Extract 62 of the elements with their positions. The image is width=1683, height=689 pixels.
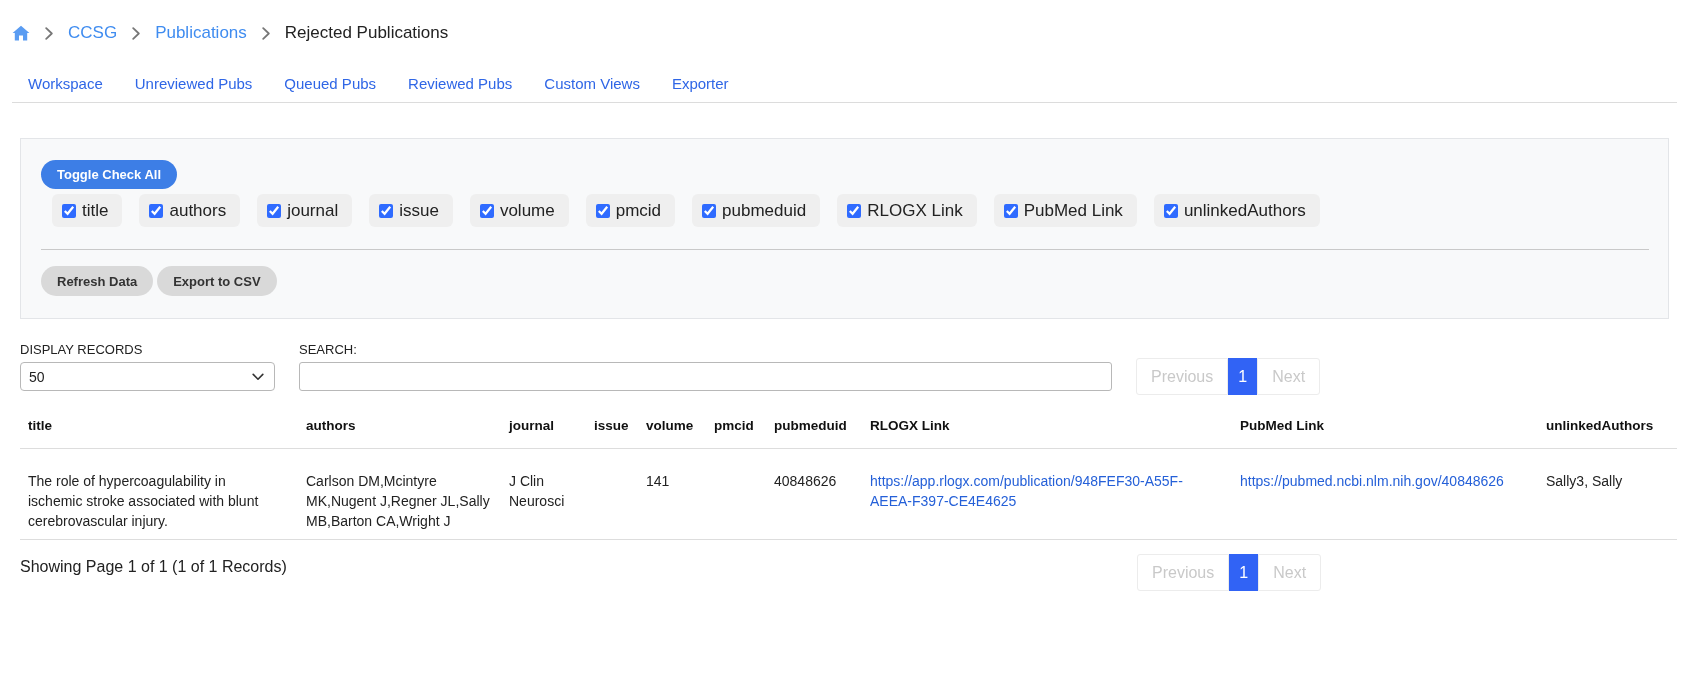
table-cell: Carlson DM,Mcintyre MK,Nugent J,Regner JL,Sally MB,Barton CA,Wright J	[298, 448, 501, 540]
table-link[interactable]: https://pubmed.ncbi.nlm.nih.gov/40848626	[1240, 471, 1530, 491]
table-cell: Sally3, Sally	[1538, 448, 1677, 540]
chevron-icon	[132, 26, 141, 40]
toggle-all-button[interactable]: Toggle Check All	[41, 160, 177, 189]
field-label: DISPLAY RECORDS	[20, 342, 143, 358]
refresh-button[interactable]: Refresh Data	[41, 266, 154, 296]
breadcrumb-link[interactable]: CCSG	[68, 23, 118, 43]
caret-icon	[252, 372, 264, 381]
chevron-icon	[261, 26, 270, 40]
checkbox[interactable]	[702, 203, 717, 218]
field-label: SEARCH:	[299, 342, 357, 358]
nav-tab[interactable]: Workspace	[12, 66, 119, 102]
column-header: issue	[586, 404, 638, 449]
home-icon[interactable]	[12, 25, 30, 41]
records-select[interactable]: 50	[20, 362, 275, 391]
nav-tab[interactable]: Custom Views	[528, 66, 656, 102]
column-toggle[interactable]: issue	[369, 194, 453, 227]
column-header: unlinkedAuthors	[1538, 404, 1677, 449]
column-toggle[interactable]: title	[52, 194, 123, 227]
nav-tab[interactable]: Reviewed Pubs	[392, 66, 529, 102]
column-header: pubmeduid	[766, 404, 862, 449]
table-cell: 141	[638, 448, 706, 540]
table-cell: The role of hypercoagulability in ischemic stroke associated with blunt cerebrovascular injury.	[20, 448, 298, 540]
checkbox[interactable]	[479, 203, 494, 218]
table-cell: 40848626	[766, 448, 862, 540]
column-header: PubMed Link	[1232, 404, 1538, 449]
column-header: RLOGX Link	[862, 404, 1232, 449]
breadcrumb-link[interactable]: Publications	[155, 23, 247, 43]
breadcrumb-current: Rejected Publications	[284, 23, 449, 43]
checkbox[interactable]	[62, 203, 76, 218]
column-toggle[interactable]: pubmeduid	[692, 194, 821, 227]
checkbox[interactable]	[149, 203, 164, 218]
column-toggle[interactable]: journal	[257, 194, 353, 227]
column-toggle[interactable]: pmcid	[585, 194, 676, 227]
checkbox[interactable]	[379, 203, 394, 218]
record-summary: Showing Page 1 of 1 (1 of 1 Records)	[20, 557, 287, 577]
checkbox[interactable]	[847, 203, 862, 218]
table-cell: J Clin Neurosci	[501, 448, 586, 540]
checkbox[interactable]	[1163, 203, 1178, 218]
page-button[interactable]: 1	[1228, 358, 1258, 395]
nav-tab[interactable]: Queued Pubs	[268, 66, 393, 102]
nav-tab[interactable]: Exporter	[655, 66, 745, 102]
checkbox[interactable]	[267, 203, 282, 218]
column-toggle[interactable]: volume	[469, 194, 569, 227]
column-header: authors	[298, 404, 501, 449]
column-header: title	[20, 404, 298, 449]
export-button[interactable]: Export to CSV	[157, 266, 277, 296]
column-header: journal	[501, 404, 586, 449]
column-toggle[interactable]: unlinkedAuthors	[1153, 194, 1320, 227]
column-toggle[interactable]: RLOGX Link	[837, 194, 977, 227]
chevron-icon	[45, 26, 53, 40]
column-header: pmcid	[706, 404, 766, 449]
checkbox[interactable]	[1003, 203, 1018, 218]
nav-tab[interactable]: Unreviewed Pubs	[118, 66, 269, 102]
page-button[interactable]: 1	[1229, 554, 1259, 591]
checkbox[interactable]	[595, 203, 610, 218]
column-header: volume	[638, 404, 706, 449]
column-toggle[interactable]: PubMed Link	[993, 194, 1137, 227]
column-toggle[interactable]: authors	[139, 194, 241, 227]
search-field[interactable]	[299, 362, 1112, 391]
table-link[interactable]: https://app.rlogx.com/publication/948FEF30-A55F-AEEA-F397-CE4E4625	[870, 471, 1224, 511]
